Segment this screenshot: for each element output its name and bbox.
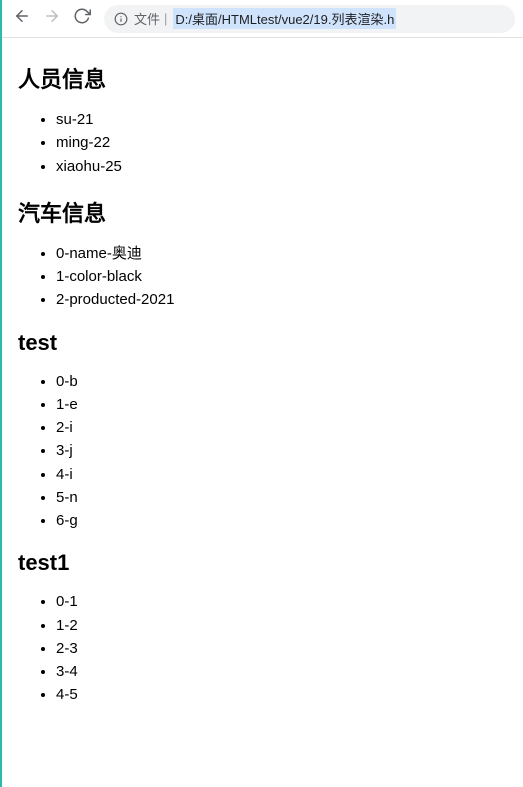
list-item: su-21 <box>56 108 505 131</box>
list-item: 4-5 <box>56 683 505 706</box>
heading-car: 汽车信息 <box>18 196 505 228</box>
list-car: 0-name-奥迪 1-color-black 2-producted-2021 <box>18 242 505 312</box>
list-item: 0-1 <box>56 590 505 613</box>
reload-icon <box>73 7 91 30</box>
list-item: 6-g <box>56 509 505 532</box>
window-left-border <box>0 0 2 787</box>
list-item: 1-color-black <box>56 265 505 288</box>
list-people: su-21 ming-22 xiaohu-25 <box>18 108 505 178</box>
list-item: 2-i <box>56 416 505 439</box>
list-item: 0-name-奥迪 <box>56 242 505 265</box>
back-button[interactable] <box>8 5 36 33</box>
list-test1: 0-1 1-2 2-3 3-4 4-5 <box>18 590 505 706</box>
list-item: 1-2 <box>56 614 505 637</box>
heading-test: test <box>18 330 505 356</box>
list-item: 3-j <box>56 439 505 462</box>
list-item: xiaohu-25 <box>56 155 505 178</box>
page-content: 人员信息 su-21 ming-22 xiaohu-25 汽车信息 0-name… <box>0 38 523 739</box>
file-scheme-label: 文件 <box>134 9 160 28</box>
browser-toolbar: 文件 | D:/桌面/HTMLtest/vue2/19.列表渲染.h <box>0 0 523 38</box>
heading-test1: test1 <box>18 550 505 576</box>
list-item: 3-4 <box>56 660 505 683</box>
arrow-right-icon <box>43 7 61 30</box>
list-item: 2-3 <box>56 637 505 660</box>
arrow-left-icon <box>13 7 31 30</box>
list-item: 5-n <box>56 486 505 509</box>
url-text: D:/桌面/HTMLtest/vue2/19.列表渲染.h <box>173 8 396 29</box>
forward-button[interactable] <box>38 5 66 33</box>
list-item: 2-producted-2021 <box>56 288 505 311</box>
info-icon <box>114 12 128 26</box>
reload-button[interactable] <box>68 5 96 33</box>
list-item: 1-e <box>56 393 505 416</box>
list-item: 4-i <box>56 463 505 486</box>
list-test: 0-b 1-e 2-i 3-j 4-i 5-n 6-g <box>18 370 505 533</box>
list-item: 0-b <box>56 370 505 393</box>
address-bar[interactable]: 文件 | D:/桌面/HTMLtest/vue2/19.列表渲染.h <box>104 5 515 33</box>
list-item: ming-22 <box>56 131 505 154</box>
url-divider: | <box>164 11 167 26</box>
heading-people: 人员信息 <box>18 62 505 94</box>
